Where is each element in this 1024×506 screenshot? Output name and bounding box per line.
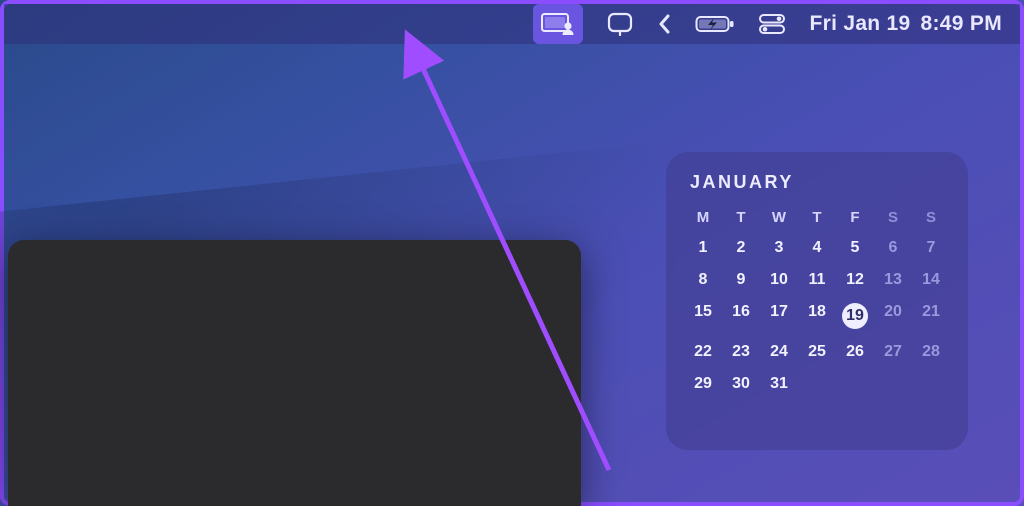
calendar-day-header: S <box>912 203 950 232</box>
calendar-day[interactable]: 19 <box>836 296 874 336</box>
calendar-day[interactable]: 15 <box>684 296 722 336</box>
menu-bar: Fri Jan 19 8:49 PM <box>4 4 1020 44</box>
calendar-day[interactable]: 26 <box>836 336 874 368</box>
calendar-day[interactable]: 6 <box>874 232 912 264</box>
calendar-day[interactable]: 12 <box>836 264 874 296</box>
calendar-day[interactable]: 25 <box>798 336 836 368</box>
calendar-day[interactable]: 31 <box>760 368 798 400</box>
battery-charging-icon <box>695 14 735 34</box>
calendar-day-header: M <box>684 203 722 232</box>
calendar-day[interactable]: 10 <box>760 264 798 296</box>
calendar-day[interactable]: 22 <box>684 336 722 368</box>
calendar-day[interactable]: 13 <box>874 264 912 296</box>
chevron-left-icon <box>657 14 671 34</box>
calendar-day-header: T <box>722 203 760 232</box>
calendar-day[interactable]: 9 <box>722 264 760 296</box>
calendar-day-header: F <box>836 203 874 232</box>
calendar-day[interactable]: 20 <box>874 296 912 336</box>
calendar-header-row: MTWTFSS <box>684 203 950 232</box>
control-center-menu-item[interactable] <box>759 4 785 44</box>
calendar-day-header: T <box>798 203 836 232</box>
calendar-month-title: JANUARY <box>690 172 950 193</box>
calendar-day[interactable]: 4 <box>798 232 836 264</box>
calendar-day[interactable]: 3 <box>760 232 798 264</box>
calendar-day[interactable]: 28 <box>912 336 950 368</box>
app-window[interactable] <box>8 240 581 506</box>
calendar-day[interactable]: 14 <box>912 264 950 296</box>
calendar-days-grid: 1234567891011121314151617181920212223242… <box>684 232 950 400</box>
calendar-day[interactable]: 16 <box>722 296 760 336</box>
battery-menu-item[interactable] <box>695 4 735 44</box>
calendar-day[interactable]: 24 <box>760 336 798 368</box>
date-time-menu-item[interactable]: Fri Jan 19 8:49 PM <box>809 4 1002 44</box>
menubar-date: Fri Jan 19 <box>809 12 910 36</box>
control-center-icon <box>759 14 785 34</box>
calendar-day-header: W <box>760 203 798 232</box>
keyboard-brightness-menu-item[interactable] <box>607 4 633 44</box>
screen-sharing-menu-item[interactable] <box>533 4 583 44</box>
calendar-day[interactable]: 23 <box>722 336 760 368</box>
calendar-day[interactable]: 8 <box>684 264 722 296</box>
back-chevron-menu-item[interactable] <box>657 4 671 44</box>
rounded-square-icon <box>607 12 633 36</box>
calendar-day[interactable]: 7 <box>912 232 950 264</box>
calendar-day[interactable]: 21 <box>912 296 950 336</box>
calendar-day[interactable]: 5 <box>836 232 874 264</box>
calendar-day[interactable]: 1 <box>684 232 722 264</box>
calendar-day[interactable]: 29 <box>684 368 722 400</box>
calendar-day[interactable]: 18 <box>798 296 836 336</box>
calendar-day[interactable]: 2 <box>722 232 760 264</box>
calendar-day[interactable]: 17 <box>760 296 798 336</box>
menubar-time: 8:49 PM <box>921 12 1002 36</box>
calendar-widget[interactable]: JANUARY MTWTFSS 123456789101112131415161… <box>666 152 968 450</box>
screen-share-person-icon <box>541 13 575 35</box>
calendar-day[interactable]: 11 <box>798 264 836 296</box>
calendar-day-header: S <box>874 203 912 232</box>
calendar-day[interactable]: 27 <box>874 336 912 368</box>
calendar-day[interactable]: 30 <box>722 368 760 400</box>
